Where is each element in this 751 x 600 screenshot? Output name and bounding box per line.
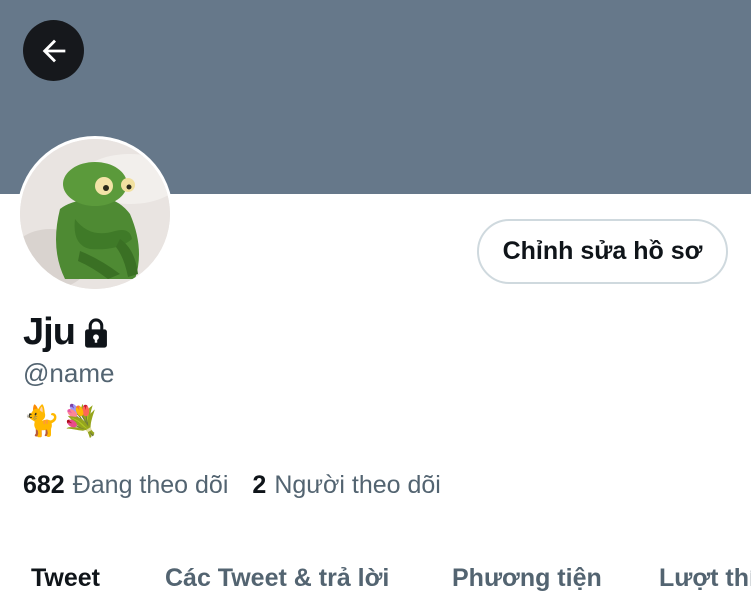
back-button[interactable] <box>23 20 84 81</box>
following-link[interactable]: 682 Đang theo dõi <box>23 471 228 500</box>
active-tab-indicator <box>28 596 106 600</box>
lock-icon <box>81 316 111 350</box>
tab-likes[interactable]: Lượt thích <box>659 564 751 593</box>
followers-count: 2 <box>252 471 267 499</box>
display-name: Jju <box>23 311 76 353</box>
tab-tweets[interactable]: Tweet <box>31 564 100 593</box>
followers-link[interactable]: 2 Người theo dõi <box>252 471 440 500</box>
profile-screen: Chỉnh sửa hồ sơ Jju @name 🐈💐 682 Đang th… <box>0 0 751 600</box>
followers-label: Người theo dõi <box>274 471 441 499</box>
name-row: Jju <box>23 311 111 354</box>
tab-media[interactable]: Phương tiện <box>452 564 602 593</box>
bio-text: 🐈💐 <box>23 405 102 438</box>
following-count: 682 <box>23 471 65 499</box>
username-handle: @name <box>23 358 115 388</box>
avatar-image <box>20 139 170 289</box>
edit-profile-button[interactable]: Chỉnh sửa hồ sơ <box>477 219 728 284</box>
tab-tweets-and-replies[interactable]: Các Tweet & trả lời <box>165 564 389 593</box>
profile-tabs: Tweet Các Tweet & trả lời Phương tiện Lư… <box>0 556 751 600</box>
following-label: Đang theo dõi <box>72 471 229 499</box>
arrow-left-icon <box>42 39 65 62</box>
follow-stats: 682 Đang theo dõi 2 Người theo dõi <box>23 471 441 500</box>
avatar[interactable] <box>17 136 173 292</box>
